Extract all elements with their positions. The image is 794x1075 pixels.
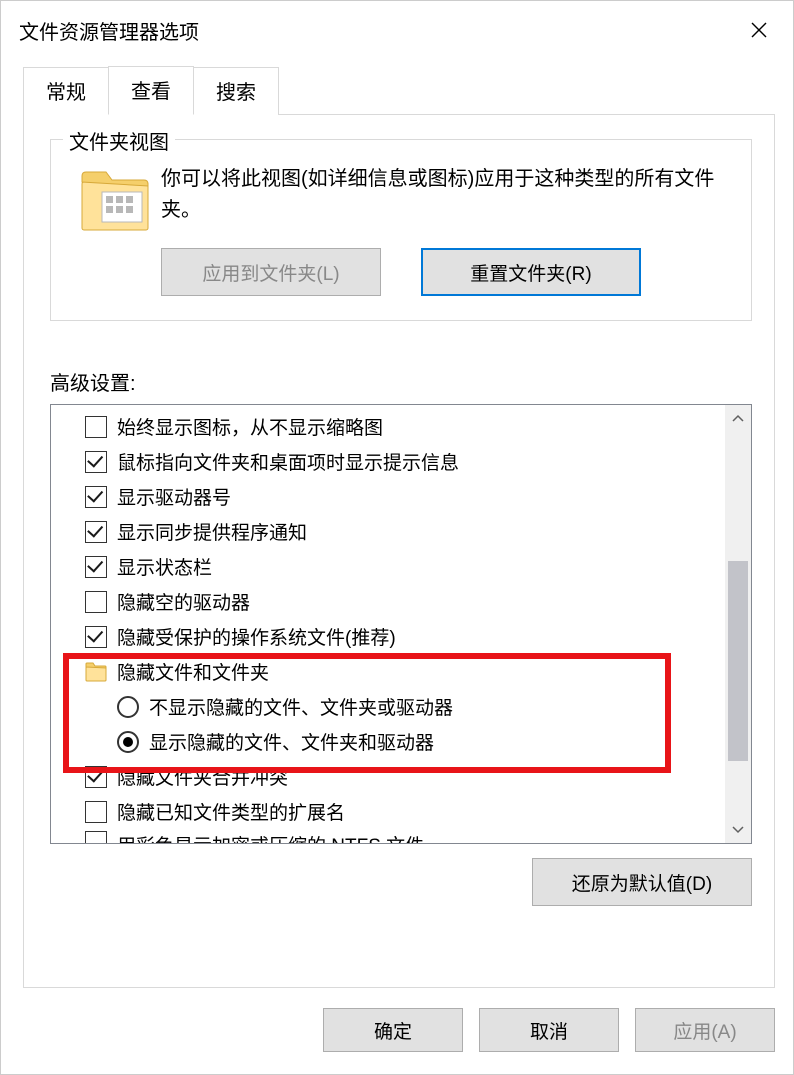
folder-views-description: 你可以将此视图(如详细信息或图标)应用于这种类型的所有文件夹。: [161, 164, 733, 226]
advanced-settings-list: 始终显示图标，从不显示缩略图鼠标指向文件夹和桌面项时显示提示信息显示驱动器号显示…: [50, 404, 752, 844]
tree-item-label: 不显示隐藏的文件、文件夹或驱动器: [149, 693, 453, 720]
tree-item-label: 隐藏文件夹合并冲突: [117, 763, 288, 790]
checkbox-icon: [85, 831, 107, 843]
tree-item-label: 鼠标指向文件夹和桌面项时显示提示信息: [117, 448, 459, 475]
tree-item-label: 显示隐藏的文件、文件夹和驱动器: [149, 728, 434, 755]
folder-options-icon: [80, 170, 150, 234]
checkbox-icon: [85, 556, 107, 578]
scroll-up-button[interactable]: [725, 405, 751, 431]
tree-check-item[interactable]: 始终显示图标，从不显示缩略图: [51, 409, 725, 444]
tree-radio-item[interactable]: 显示隐藏的文件、文件夹和驱动器: [51, 724, 725, 759]
tree-item-label: 显示状态栏: [117, 553, 212, 580]
ok-button[interactable]: 确定: [323, 1008, 463, 1052]
chevron-down-icon: [732, 826, 744, 834]
checkbox-icon: [85, 626, 107, 648]
advanced-settings-label: 高级设置:: [50, 367, 752, 396]
folder-views-title: 文件夹视图: [63, 126, 175, 155]
scrollbar[interactable]: [725, 405, 751, 843]
tree-item-label: 隐藏已知文件类型的扩展名: [117, 798, 345, 825]
tabstrip: 常规 查看 搜索: [1, 65, 793, 114]
tree-check-item[interactable]: 隐藏已知文件类型的扩展名: [51, 794, 725, 829]
cancel-button[interactable]: 取消: [479, 1008, 619, 1052]
tree-item-label: 隐藏受保护的操作系统文件(推荐): [117, 623, 396, 650]
tree-check-item[interactable]: 隐藏文件夹合并冲突: [51, 759, 725, 794]
tree-check-item[interactable]: 显示驱动器号: [51, 479, 725, 514]
tree-check-item[interactable]: 隐藏空的驱动器: [51, 584, 725, 619]
tree-check-item[interactable]: 用彩色显示加密或压缩的 NTFS 文件: [51, 829, 725, 843]
tab-view[interactable]: 查看: [108, 66, 194, 115]
scrollbar-thumb[interactable]: [728, 561, 748, 761]
folder-views-icon-wrap: [69, 164, 161, 234]
dialog-buttons: 确定 取消 应用(A): [1, 988, 793, 1074]
radio-icon: [117, 731, 139, 753]
close-button[interactable]: [737, 10, 781, 50]
tree-radio-item[interactable]: 不显示隐藏的文件、文件夹或驱动器: [51, 689, 725, 724]
scroll-down-button[interactable]: [725, 817, 751, 843]
tree-item-label: 隐藏文件和文件夹: [117, 658, 269, 685]
apply-to-folders-button[interactable]: 应用到文件夹(L): [161, 248, 381, 296]
tab-general[interactable]: 常规: [23, 67, 109, 115]
tree-check-item[interactable]: 隐藏受保护的操作系统文件(推荐): [51, 619, 725, 654]
tab-search[interactable]: 搜索: [193, 67, 279, 115]
tree-check-item[interactable]: 鼠标指向文件夹和桌面项时显示提示信息: [51, 444, 725, 479]
checkbox-icon: [85, 521, 107, 543]
tree-group: 隐藏文件和文件夹: [51, 654, 725, 689]
tree-item-label: 隐藏空的驱动器: [117, 588, 250, 615]
checkbox-icon: [85, 766, 107, 788]
checkbox-icon: [85, 591, 107, 613]
tree-item-label: 始终显示图标，从不显示缩略图: [117, 413, 383, 440]
folder-views-group: 文件夹视图 你可以将此视图(如详细信息或图标)应用于这种类型的所有文件夹。: [50, 139, 752, 321]
checkbox-icon: [85, 451, 107, 473]
radio-icon: [117, 696, 139, 718]
close-icon: [750, 21, 768, 39]
reset-folders-button[interactable]: 重置文件夹(R): [421, 248, 641, 296]
tree-check-item[interactable]: 显示状态栏: [51, 549, 725, 584]
tree-check-item[interactable]: 显示同步提供程序通知: [51, 514, 725, 549]
checkbox-icon: [85, 486, 107, 508]
tab-body-view: 文件夹视图 你可以将此视图(如详细信息或图标)应用于这种类型的所有文件夹。: [23, 114, 775, 988]
apply-button[interactable]: 应用(A): [635, 1008, 775, 1052]
scrollbar-track[interactable]: [725, 431, 751, 817]
window-title: 文件资源管理器选项: [19, 16, 737, 45]
restore-defaults-button[interactable]: 还原为默认值(D): [532, 858, 752, 906]
checkbox-icon: [85, 416, 107, 438]
tree-item-label: 显示驱动器号: [117, 483, 231, 510]
checkbox-icon: [85, 801, 107, 823]
tree-item-label: 显示同步提供程序通知: [117, 518, 307, 545]
folder-icon: [85, 661, 107, 683]
tree-item-label: 用彩色显示加密或压缩的 NTFS 文件: [117, 831, 424, 843]
chevron-up-icon: [732, 414, 744, 422]
folder-options-dialog: 文件资源管理器选项 常规 查看 搜索 文件夹视图: [0, 0, 794, 1075]
titlebar: 文件资源管理器选项: [1, 1, 793, 49]
